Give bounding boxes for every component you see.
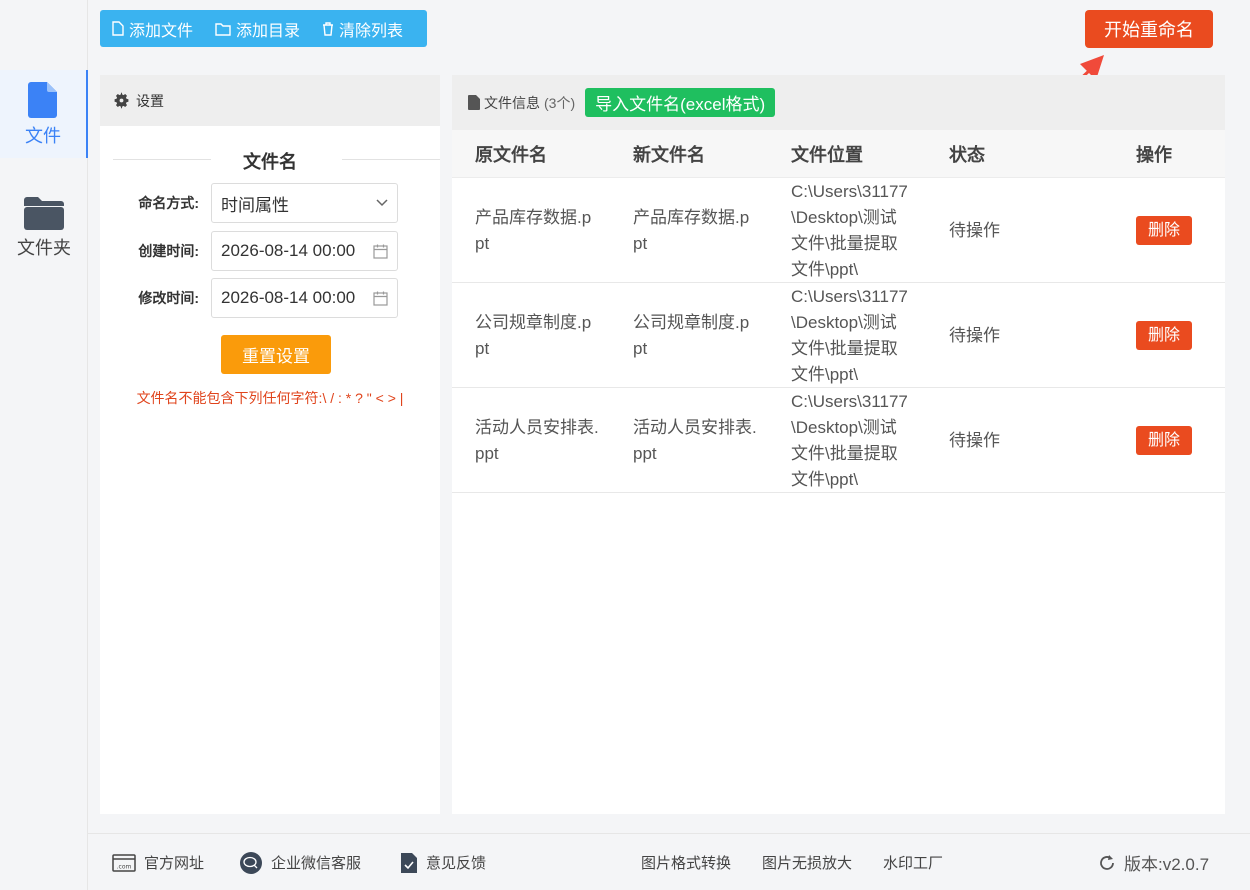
rail-item-label: 文件夹 xyxy=(17,238,71,258)
file-info-panel: 文件信息 (3个) 导入文件名(excel格式) 原文件名 新文件名 文件位置 … xyxy=(452,75,1225,814)
footer: .com 官方网址 企业微信客服 意见反馈 图片格式转换 图片无损放大 水印工厂… xyxy=(88,833,1250,890)
status-text: 待操作 xyxy=(949,430,1000,450)
image-convert-link[interactable]: 图片格式转换 xyxy=(641,834,731,890)
column-header: 文件位置 xyxy=(791,144,863,165)
modified-value: 2026-08-14 00:00 xyxy=(221,288,356,307)
wechat-support-link[interactable]: 企业微信客服 xyxy=(239,834,361,890)
naming-select[interactable]: 时间属性 xyxy=(211,183,398,223)
modified-label: 修改时间: xyxy=(138,290,199,306)
settings-panel: 设置 文件名 命名方式: 时间属性 创建时间: 2026-08-14 00:00… xyxy=(100,75,440,814)
action-cell: 删除 xyxy=(1136,283,1192,388)
wechat-label: 企业微信客服 xyxy=(271,855,362,872)
naming-label: 命名方式: xyxy=(138,195,199,211)
gear-icon xyxy=(114,92,129,109)
start-rename-button[interactable]: 开始重命名 xyxy=(1085,10,1213,48)
delete-button[interactable]: 删除 xyxy=(1136,216,1192,245)
add-dir-label: 添加目录 xyxy=(236,22,301,40)
file-count: (3个) xyxy=(544,94,576,111)
trash-icon xyxy=(323,21,334,36)
delete-button[interactable]: 删除 xyxy=(1136,321,1192,350)
file-path: C:\Users\31177\Desktop\测试文件\批量提取文件\ppt\ xyxy=(791,286,908,384)
delete-button[interactable]: 删除 xyxy=(1136,426,1192,455)
rail-item-file[interactable]: 文件 xyxy=(0,70,88,158)
left-rail: 文件 文件夹 xyxy=(0,0,88,890)
column-header: 操作 xyxy=(1136,144,1172,165)
new-name: 公司规章制度.ppt xyxy=(633,312,750,358)
svg-text:.com: .com xyxy=(117,863,132,870)
version-info: 版本:v2.0.7 xyxy=(1098,834,1209,890)
original-name: 活动人员安排表.ppt xyxy=(475,417,599,463)
rail-item-label: 文件 xyxy=(25,126,61,146)
naming-row: 命名方式: 时间属性 xyxy=(100,183,440,223)
table-row: 公司规章制度.ppt 公司规章制度.ppt C:\Users\31177\Des… xyxy=(452,283,1225,388)
toolbar: 添加文件 添加目录 清除列表 xyxy=(100,10,427,47)
file-icon xyxy=(28,82,57,118)
clear-list-label: 清除列表 xyxy=(339,22,404,40)
modified-date-input[interactable]: 2026-08-14 00:00 xyxy=(211,278,398,318)
settings-header: 设置 xyxy=(100,75,440,126)
original-name: 公司规章制度.ppt xyxy=(475,312,592,358)
import-excel-button[interactable]: 导入文件名(excel格式) xyxy=(585,88,776,117)
refresh-icon xyxy=(1100,854,1114,870)
action-cell: 删除 xyxy=(1136,178,1192,283)
add-file-button[interactable]: 添加文件 xyxy=(112,17,193,41)
modified-row: 修改时间: 2026-08-14 00:00 xyxy=(100,278,440,318)
website-label: 官方网址 xyxy=(144,855,205,872)
table-row: 产品库存数据.ppt 产品库存数据.ppt C:\Users\31177\Des… xyxy=(452,178,1225,283)
created-row: 创建时间: 2026-08-14 00:00 xyxy=(100,231,440,271)
add-file-label: 添加文件 xyxy=(129,22,194,40)
status-text: 待操作 xyxy=(949,220,1000,240)
add-dir-button[interactable]: 添加目录 xyxy=(215,17,300,41)
feedback-label: 意见反馈 xyxy=(426,855,487,872)
column-header: 状态 xyxy=(949,144,985,165)
calendar-icon xyxy=(373,291,388,306)
column-header: 原文件名 xyxy=(475,144,547,165)
column-header: 新文件名 xyxy=(633,144,705,165)
version-label: 版本:v2.0.7 xyxy=(1124,855,1210,874)
created-value: 2026-08-14 00:00 xyxy=(221,241,356,260)
calendar-icon xyxy=(373,244,388,259)
folder-icon xyxy=(24,197,64,230)
chevron-down-icon xyxy=(376,199,388,207)
file-info-header: 文件信息 (3个) 导入文件名(excel格式) xyxy=(452,75,1225,130)
chat-icon xyxy=(240,851,262,874)
rail-item-folder[interactable]: 文件夹 xyxy=(0,196,88,266)
website-link[interactable]: .com 官方网址 xyxy=(112,834,204,890)
watermark-link[interactable]: 水印工厂 xyxy=(883,834,943,890)
settings-title: 设置 xyxy=(136,92,164,109)
file-path: C:\Users\31177\Desktop\测试文件\批量提取文件\ppt\ xyxy=(791,391,908,489)
new-name: 活动人员安排表.ppt xyxy=(633,417,757,463)
folder-outline-icon xyxy=(215,22,231,36)
table-header: 原文件名 新文件名 文件位置 状态 操作 xyxy=(452,130,1225,178)
reset-settings-button[interactable]: 重置设置 xyxy=(221,335,331,374)
website-icon: .com xyxy=(112,853,136,872)
action-cell: 删除 xyxy=(1136,388,1192,493)
created-label: 创建时间: xyxy=(138,243,199,259)
section-title: 文件名 xyxy=(100,148,440,172)
file-path: C:\Users\31177\Desktop\测试文件\批量提取文件\ppt\ xyxy=(791,181,908,279)
table-row: 活动人员安排表.ppt 活动人员安排表.ppt C:\Users\31177\D… xyxy=(452,388,1225,493)
original-name: 产品库存数据.ppt xyxy=(475,207,592,253)
feedback-link[interactable]: 意见反馈 xyxy=(400,834,486,890)
created-date-input[interactable]: 2026-08-14 00:00 xyxy=(211,231,398,271)
naming-value: 时间属性 xyxy=(221,195,289,215)
image-upscale-link[interactable]: 图片无损放大 xyxy=(762,834,852,890)
new-name: 产品库存数据.ppt xyxy=(633,207,750,253)
file-info-title: 文件信息 xyxy=(484,94,540,111)
feedback-icon xyxy=(401,852,417,873)
document-icon xyxy=(468,95,480,110)
clear-list-button[interactable]: 清除列表 xyxy=(322,17,403,41)
file-outline-icon xyxy=(112,21,124,36)
status-text: 待操作 xyxy=(949,325,1000,345)
filename-warning: 文件名不能包含下列任何字符:\ / : * ? " < > | xyxy=(136,390,404,406)
